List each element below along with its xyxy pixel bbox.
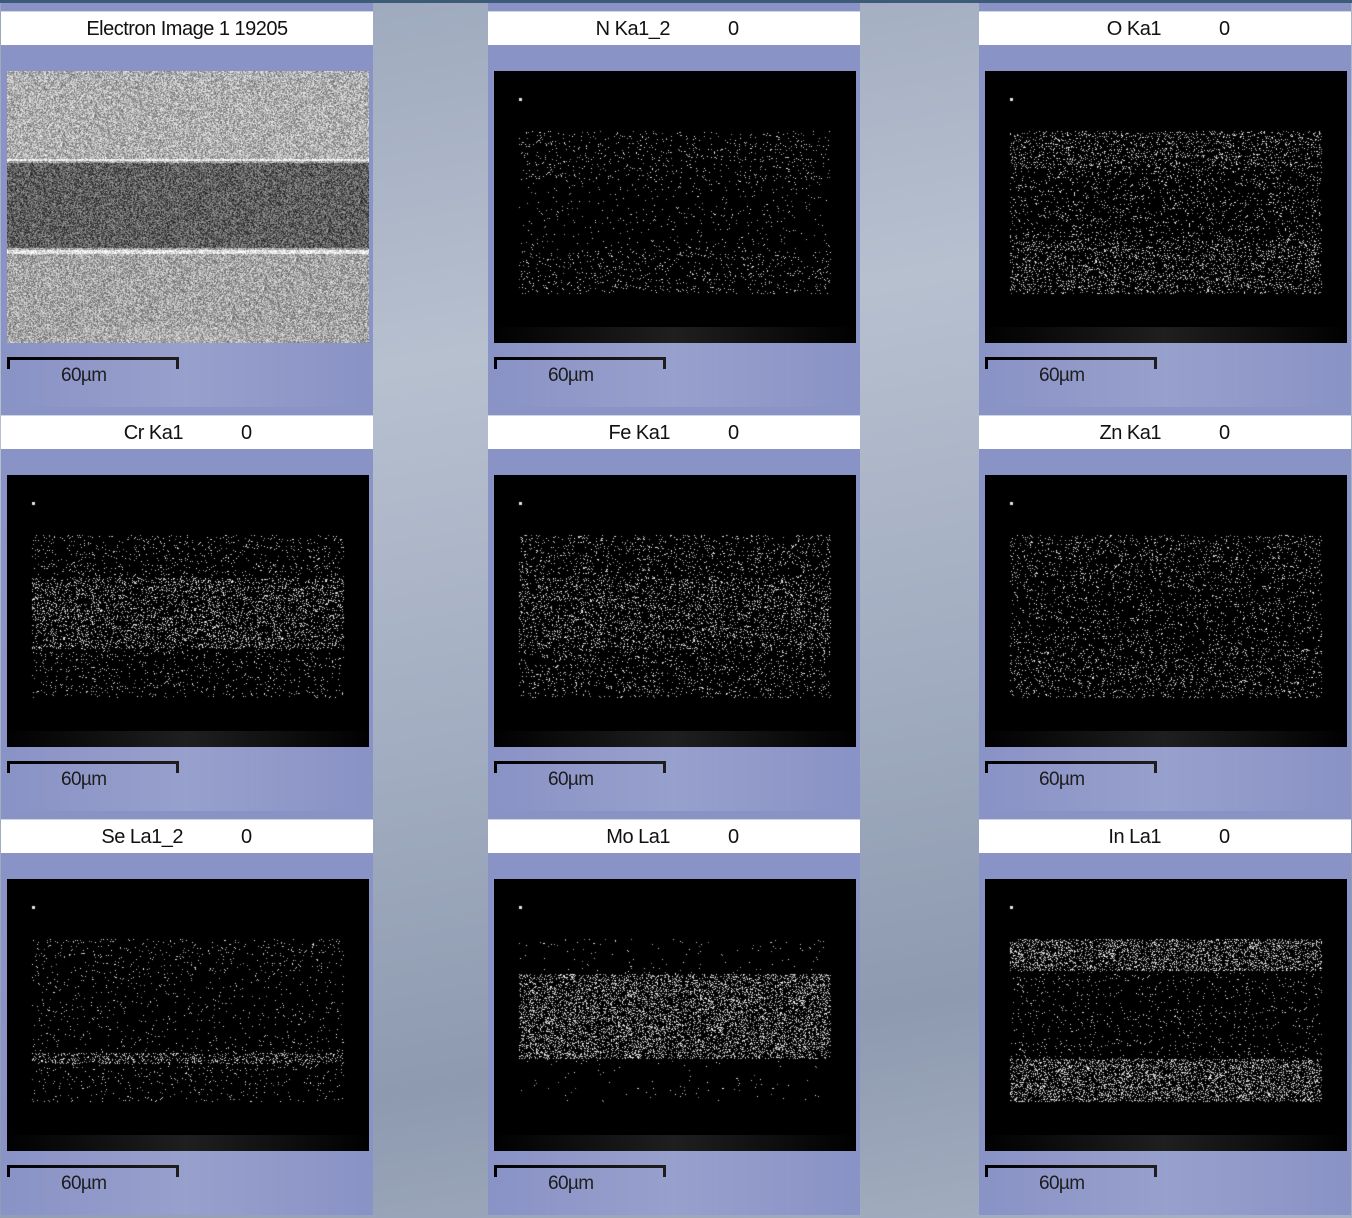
- scale-label: 60µm: [61, 1173, 107, 1194]
- panel-title-bar: N Ka1_2 0: [488, 11, 860, 45]
- scale-label: 60µm: [1039, 1173, 1085, 1194]
- element-map-view[interactable]: [985, 475, 1347, 747]
- panel-title-bar: Mo La1 0: [488, 819, 860, 853]
- element-map-view[interactable]: [7, 475, 369, 747]
- element-line-label: Cr Ka1: [123, 422, 184, 444]
- element-line-label: In La1: [1108, 826, 1161, 848]
- panel-fe-ka1[interactable]: Fe Ka1 0 60µm: [488, 407, 860, 811]
- panel-title-bar: Fe Ka1 0: [488, 415, 860, 449]
- element-line-label: Fe Ka1: [608, 422, 671, 444]
- panel-in-la1[interactable]: In La1 0 60µm: [979, 811, 1351, 1215]
- panel-title-bar: In La1 0: [979, 819, 1351, 853]
- panel-se-la1-2[interactable]: Se La1_2 0 60µm: [1, 811, 373, 1215]
- count-value: 0: [728, 18, 739, 40]
- element-map-view[interactable]: [494, 475, 856, 747]
- element-line-label: O Ka1: [1106, 18, 1162, 40]
- count-value: 0: [241, 826, 252, 848]
- count-value: 0: [728, 826, 739, 848]
- count-value: 0: [1219, 826, 1230, 848]
- panel-title-bar: Cr Ka1 0: [1, 415, 373, 449]
- panel-title-bar: Zn Ka1 0: [979, 415, 1351, 449]
- count-value: 0: [1219, 18, 1230, 40]
- element-line-label: Zn Ka1: [1099, 422, 1162, 444]
- element-map-view[interactable]: [494, 879, 856, 1151]
- panel-zn-ka1[interactable]: Zn Ka1 0 60µm: [979, 407, 1351, 811]
- element-map-view[interactable]: [494, 71, 856, 343]
- panel-cr-ka1[interactable]: Cr Ka1 0 60µm: [1, 407, 373, 811]
- panel-title: Electron Image 1 19205: [86, 18, 288, 40]
- scale-label: 60µm: [548, 365, 594, 386]
- panel-title-bar: Se La1_2 0: [1, 819, 373, 853]
- panel-title-bar: O Ka1 0: [979, 11, 1351, 45]
- element-map-view[interactable]: [985, 71, 1347, 343]
- scale-label: 60µm: [61, 365, 107, 386]
- count-value: 0: [1219, 422, 1230, 444]
- count-value: 0: [241, 422, 252, 444]
- panel-electron-image[interactable]: Electron Image 1 19205 60µm: [1, 3, 373, 407]
- scale-label: 60µm: [548, 1173, 594, 1194]
- panel-n-ka1-2[interactable]: N Ka1_2 0 60µm: [488, 3, 860, 407]
- panel-title-bar: Electron Image 1 19205: [1, 11, 373, 45]
- scale-label: 60µm: [61, 769, 107, 790]
- count-value: 0: [728, 422, 739, 444]
- scale-label: 60µm: [1039, 769, 1085, 790]
- element-map-view[interactable]: [985, 879, 1347, 1151]
- element-line-label: N Ka1_2: [595, 18, 671, 40]
- scale-label: 60µm: [548, 769, 594, 790]
- element-line-label: Se La1_2: [101, 826, 183, 848]
- electron-image-view[interactable]: [7, 71, 369, 343]
- panel-mo-la1[interactable]: Mo La1 0 60µm: [488, 811, 860, 1215]
- panel-o-ka1[interactable]: O Ka1 0 60µm: [979, 3, 1351, 407]
- element-line-label: Mo La1: [606, 826, 670, 848]
- element-map-view[interactable]: [7, 879, 369, 1151]
- scale-label: 60µm: [1039, 365, 1085, 386]
